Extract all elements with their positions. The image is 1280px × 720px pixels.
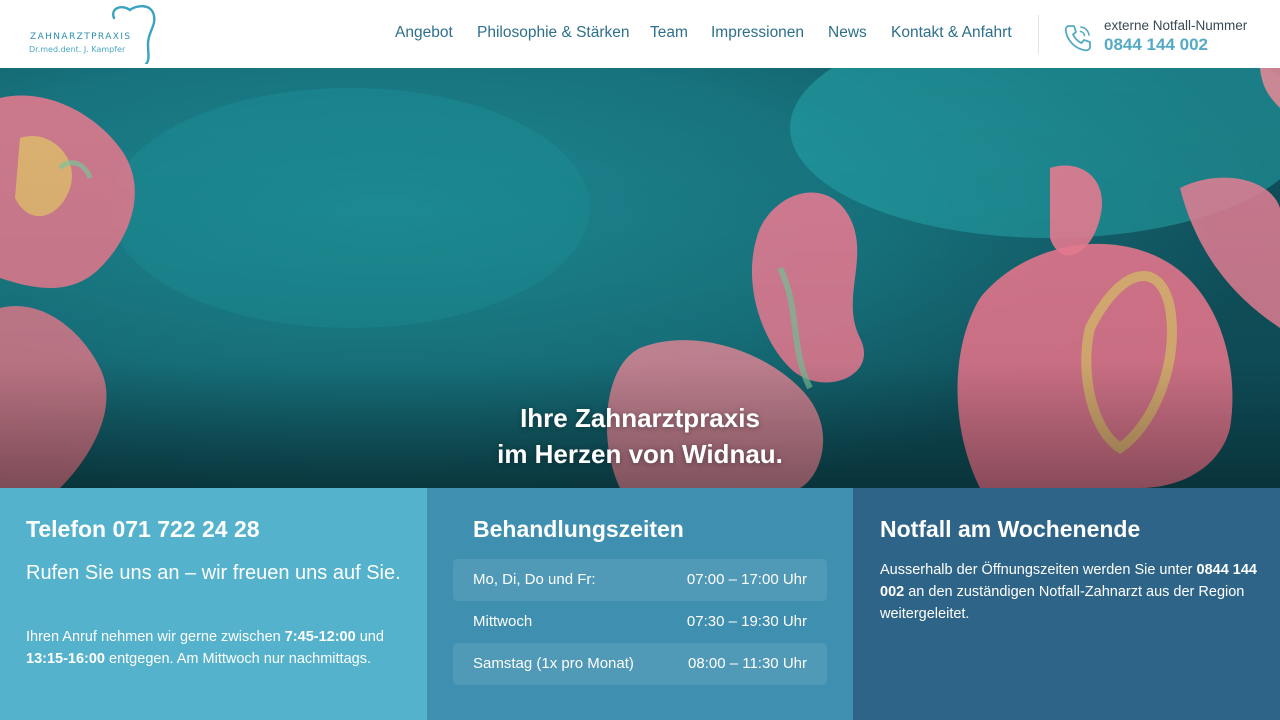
hero-headline: Ihre Zahnarztpraxis im Herzen von Widnau… bbox=[0, 400, 1280, 472]
phone-hours-text: Ihren Anruf nehmen wir gerne zwischen 7:… bbox=[26, 629, 384, 667]
hero-banner: Ihre Zahnarztpraxis im Herzen von Widnau… bbox=[0, 68, 1280, 488]
nav-item-philosophie[interactable]: Philosophie & Stärken bbox=[477, 24, 630, 42]
hours-day: Mo, Di, Do und Fr: bbox=[473, 571, 596, 588]
info-panels: Telefon 071 722 24 28 Rufen Sie uns an –… bbox=[0, 488, 1280, 720]
nav-item-news[interactable]: News bbox=[828, 24, 867, 42]
weekend-title: Notfall am Wochenende bbox=[880, 516, 1141, 542]
hours-table: Mo, Di, Do und Fr: 07:00 – 17:00 Uhr Mit… bbox=[453, 559, 827, 685]
hours-title: Behandlungszeiten bbox=[473, 516, 684, 542]
morning-hours: 7:45-12:00 bbox=[284, 629, 356, 645]
weekend-emergency-panel: Notfall am Wochenende Ausserhalb der Öff… bbox=[853, 488, 1280, 720]
logo-subtitle: Dr.med.dent. J. Kampfer bbox=[29, 45, 126, 54]
header-divider bbox=[1038, 15, 1039, 54]
phone-icon[interactable] bbox=[1062, 22, 1094, 54]
hours-row: Mo, Di, Do und Fr: 07:00 – 17:00 Uhr bbox=[453, 559, 827, 601]
hours-day: Samstag (1x pro Monat) bbox=[473, 655, 634, 672]
main-nav: Angebot Philosophie & Stärken Team Impre… bbox=[0, 24, 1030, 46]
weekend-text: Ausserhalb der Öffnungszeiten werden Sie… bbox=[880, 562, 1257, 622]
phone-tagline: Rufen Sie uns an – wir freuen uns auf Si… bbox=[26, 562, 401, 584]
hours-time: 08:00 – 11:30 Uhr bbox=[688, 655, 807, 672]
phone-title[interactable]: Telefon 071 722 24 28 bbox=[26, 516, 260, 543]
hours-day: Mittwoch bbox=[473, 613, 533, 630]
phone-panel: Telefon 071 722 24 28 Rufen Sie uns an –… bbox=[0, 488, 427, 720]
hours-row: Samstag (1x pro Monat) 08:00 – 11:30 Uhr bbox=[453, 643, 827, 685]
hours-row: Mittwoch 07:30 – 19:30 Uhr bbox=[453, 601, 827, 643]
hours-panel: Behandlungszeiten Mo, Di, Do und Fr: 07:… bbox=[427, 488, 853, 720]
nav-item-angebot[interactable]: Angebot bbox=[395, 24, 453, 42]
emergency-number[interactable]: 0844 144 002 bbox=[1104, 35, 1208, 55]
afternoon-hours: 13:15-16:00 bbox=[26, 651, 105, 667]
site-header: ZAHNARZTPRAXIS Dr.med.dent. J. Kampfer A… bbox=[0, 0, 1280, 68]
hours-time: 07:00 – 17:00 Uhr bbox=[686, 571, 807, 588]
hero-line-1: Ihre Zahnarztpraxis bbox=[520, 403, 760, 433]
hours-time: 07:30 – 19:30 Uhr bbox=[686, 613, 807, 630]
hero-line-2: im Herzen von Widnau. bbox=[497, 439, 783, 469]
emergency-label: externe Notfall-Nummer bbox=[1104, 18, 1248, 33]
nav-item-kontakt[interactable]: Kontakt & Anfahrt bbox=[891, 24, 1012, 42]
nav-item-impressionen[interactable]: Impressionen bbox=[711, 24, 804, 42]
nav-item-team[interactable]: Team bbox=[650, 24, 688, 42]
